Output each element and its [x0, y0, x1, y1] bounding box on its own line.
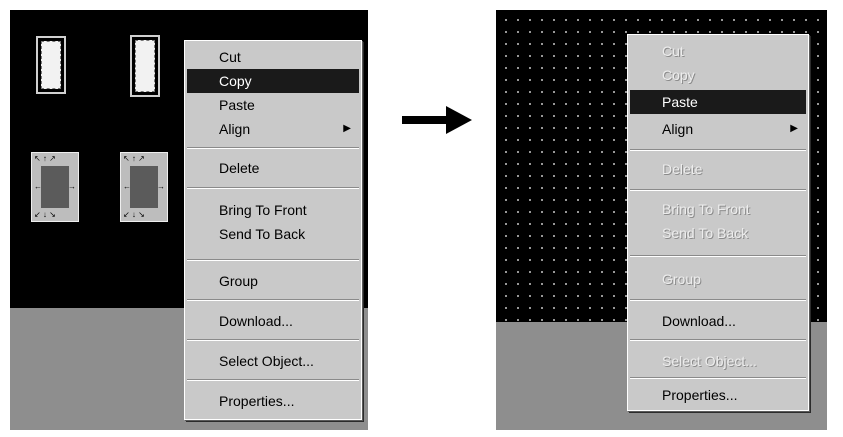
menu-item-download[interactable]: Download... — [187, 309, 359, 333]
menu-item-delete[interactable]: Delete — [630, 157, 806, 181]
context-menu: Cut Copy Paste Align ▶ Delete Bring To Fr… — [184, 40, 362, 420]
menu-item-select-object[interactable]: Select Object... — [187, 349, 359, 373]
menu-item-select-object[interactable]: Select Object... — [630, 349, 806, 373]
component-block[interactable] — [130, 35, 160, 97]
menu-item-label: Delete — [219, 160, 260, 176]
menu-separator — [187, 379, 359, 381]
menu-item-label: Select Object... — [662, 353, 757, 369]
menu-item-label: Copy — [662, 67, 695, 83]
right-screenshot: Cut Copy Paste Align ▶ Delete Bring To Fr… — [496, 10, 827, 430]
menu-item-properties[interactable]: Properties... — [630, 383, 806, 407]
menu-item-delete[interactable]: Delete — [187, 156, 359, 180]
menu-item-label: Properties... — [662, 387, 738, 403]
menu-item-properties[interactable]: Properties... — [187, 389, 359, 413]
menu-item-label: Align — [219, 121, 251, 137]
menu-item-download[interactable]: Download... — [630, 309, 806, 333]
menu-item-label: Properties... — [219, 393, 295, 409]
menu-item-label: Group — [219, 273, 258, 289]
menu-item-copy[interactable]: Copy — [630, 63, 806, 87]
menu-item-copy[interactable]: Copy — [187, 69, 359, 93]
menu-item-align[interactable]: Align ▶ — [630, 117, 806, 141]
menu-item-send-to-back[interactable]: Send To Back — [630, 221, 806, 245]
left-screenshot: ↖ ↑ ↗ ← → ↙ ↓ ↘ ↖ ↑ ↗ ← → ↙ ↓ ↘ Cut Copy… — [10, 10, 368, 430]
menu-item-align[interactable]: Align ▶ — [187, 117, 359, 141]
menu-item-cut[interactable]: Cut — [187, 45, 359, 69]
menu-item-label: Align — [662, 121, 694, 137]
menu-item-label: Delete — [662, 161, 703, 177]
selected-component[interactable]: ↖ ↑ ↗ ← → ↙ ↓ ↘ — [31, 152, 79, 222]
menu-item-bring-to-front[interactable]: Bring To Front — [187, 198, 359, 222]
menu-separator — [630, 377, 806, 379]
menu-item-label: Select Object... — [219, 353, 314, 369]
menu-separator — [187, 147, 359, 149]
menu-item-label: Copy — [219, 73, 252, 89]
selected-component[interactable]: ↖ ↑ ↗ ← → ↙ ↓ ↘ — [120, 152, 168, 222]
menu-separator — [630, 299, 806, 301]
submenu-arrow-icon: ▶ — [343, 123, 351, 134]
menu-separator — [187, 187, 359, 189]
menu-item-paste[interactable]: Paste — [187, 93, 359, 117]
menu-item-cut[interactable]: Cut — [630, 39, 806, 63]
menu-separator — [630, 149, 806, 151]
menu-item-label: Download... — [662, 313, 736, 329]
menu-item-label: Cut — [662, 43, 684, 59]
component-block[interactable] — [36, 36, 66, 94]
menu-separator — [630, 189, 806, 191]
menu-separator — [630, 339, 806, 341]
right-arrow-icon — [402, 106, 472, 134]
menu-item-label: Send To Back — [219, 226, 306, 242]
menu-item-bring-to-front[interactable]: Bring To Front — [630, 197, 806, 221]
menu-item-label: Send To Back — [662, 225, 749, 241]
menu-item-group[interactable]: Group — [187, 269, 359, 293]
menu-separator — [630, 255, 806, 257]
menu-item-paste[interactable]: Paste — [630, 90, 806, 114]
menu-item-label: Cut — [219, 49, 241, 65]
submenu-arrow-icon: ▶ — [790, 123, 798, 134]
menu-item-label: Bring To Front — [662, 201, 750, 217]
menu-item-group[interactable]: Group — [630, 267, 806, 291]
menu-item-label: Group — [662, 271, 701, 287]
menu-item-label: Bring To Front — [219, 202, 307, 218]
menu-item-label: Paste — [662, 94, 698, 110]
menu-item-send-to-back[interactable]: Send To Back — [187, 222, 359, 246]
menu-separator — [187, 259, 359, 261]
menu-item-label: Paste — [219, 97, 255, 113]
menu-item-label: Download... — [219, 313, 293, 329]
context-menu: Cut Copy Paste Align ▶ Delete Bring To Fr… — [627, 34, 809, 411]
menu-separator — [187, 299, 359, 301]
menu-separator — [187, 339, 359, 341]
